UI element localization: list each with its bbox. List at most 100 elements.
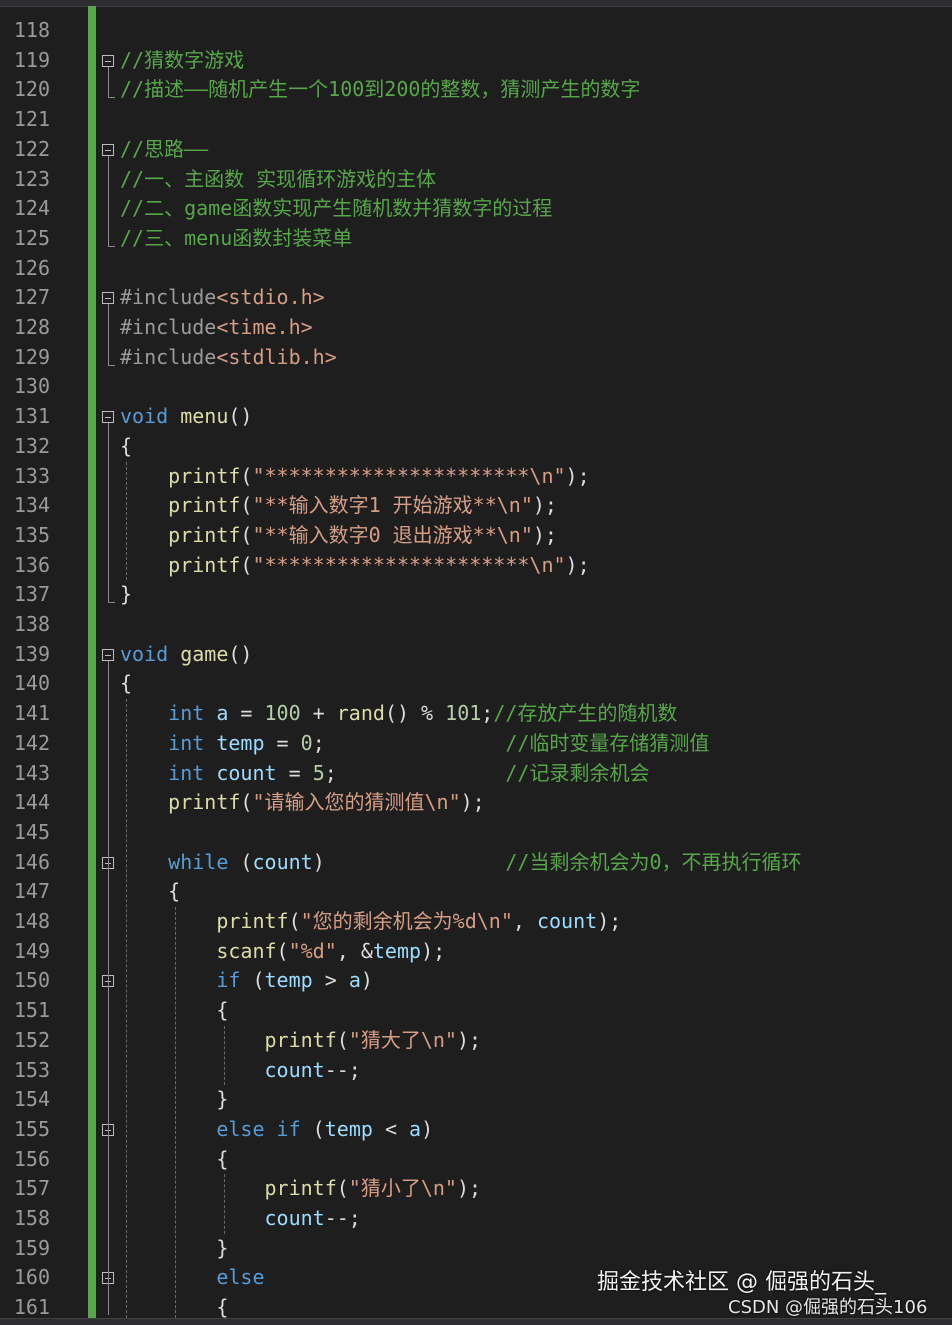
collapse-toggle-icon[interactable] xyxy=(102,648,114,661)
code-line[interactable]: 151 { xyxy=(0,996,952,1026)
code-text[interactable]: int temp = 0; //临时变量存储猜测值 xyxy=(120,729,709,759)
code-text[interactable]: count--; xyxy=(120,1204,361,1234)
code-line[interactable]: 127 #include<stdio.h> xyxy=(0,283,952,313)
code-line[interactable]: 159 } xyxy=(0,1234,952,1264)
code-text[interactable]: printf("您的剩余机会为%d\n", count); xyxy=(120,907,621,937)
code-line[interactable]: 148 printf("您的剩余机会为%d\n", count); xyxy=(0,907,952,937)
code-text[interactable]: #include<stdlib.h> xyxy=(120,343,337,373)
code-line[interactable]: 126 xyxy=(0,254,952,284)
code-line[interactable]: 143 int count = 5; //记录剩余机会 xyxy=(0,759,952,789)
code-text[interactable]: { xyxy=(120,877,180,907)
code-token: <stdlib.h> xyxy=(216,344,337,369)
code-line[interactable]: 125 //三、menu函数封装菜单 xyxy=(0,224,952,254)
code-text[interactable]: printf("请输入您的猜测值\n"); xyxy=(120,788,485,818)
code-token: int xyxy=(168,730,205,755)
code-line[interactable]: 119 //猜数字游戏 xyxy=(0,46,952,76)
code-text[interactable]: void game() xyxy=(120,640,252,670)
code-line[interactable]: 155 else if (temp < a) xyxy=(0,1115,952,1145)
code-text[interactable]: //猜数字游戏 xyxy=(120,46,244,76)
code-text[interactable]: else if (temp < a) xyxy=(120,1115,433,1145)
code-line[interactable]: 158 count--; xyxy=(0,1204,952,1234)
code-line[interactable]: 149 scanf("%d", &temp); xyxy=(0,937,952,967)
collapse-toggle-icon[interactable] xyxy=(102,54,114,67)
code-token: ( xyxy=(336,1176,349,1201)
code-line[interactable]: 154 } xyxy=(0,1085,952,1115)
collapse-toggle-icon[interactable] xyxy=(102,411,114,424)
code-token: } xyxy=(120,582,133,607)
code-text[interactable]: printf("**********************\n"); xyxy=(120,551,590,581)
code-token: 0 xyxy=(300,730,313,755)
code-line[interactable]: 145 xyxy=(0,818,952,848)
code-line[interactable]: 121 xyxy=(0,105,952,135)
code-line[interactable]: 157 printf("猜小了\n"); xyxy=(0,1174,952,1204)
code-token: = xyxy=(264,730,301,755)
code-line[interactable]: 139 void game() xyxy=(0,640,952,670)
code-line[interactable]: 130 xyxy=(0,372,952,402)
line-number: 159 xyxy=(13,1235,50,1260)
code-text[interactable]: int count = 5; //记录剩余机会 xyxy=(120,759,649,789)
code-line[interactable]: 144 printf("请输入您的猜测值\n"); xyxy=(0,788,952,818)
code-line[interactable]: 146 while (count) //当剩余机会为0，不再执行循环 xyxy=(0,848,952,878)
code-token: ( xyxy=(240,968,265,993)
code-editor[interactable]: 118 119 //猜数字游戏 120 //描述——随机产生一个100到200的整数，猜… xyxy=(0,0,952,1318)
code-text[interactable]: printf("**输入数字1 开始游戏**\n"); xyxy=(120,491,557,521)
code-line[interactable]: 129 #include<stdlib.h> xyxy=(0,343,952,373)
code-line[interactable]: 123 //一、主函数 实现循环游戏的主体 xyxy=(0,165,952,195)
code-line[interactable]: 142 int temp = 0; //临时变量存储猜测值 xyxy=(0,729,952,759)
code-line[interactable]: 152 printf("猜大了\n"); xyxy=(0,1026,952,1056)
code-line[interactable]: 120 //描述——随机产生一个100到200的整数，猜测产生的数字 xyxy=(0,75,952,105)
code-text[interactable]: #include<stdio.h> xyxy=(120,283,325,313)
code-text[interactable]: else xyxy=(120,1263,264,1293)
code-token: ( xyxy=(240,522,253,547)
code-token: printf xyxy=(168,552,241,577)
code-text[interactable]: void menu() xyxy=(120,402,252,432)
code-text[interactable]: } xyxy=(120,580,132,610)
code-line[interactable]: 150 if (temp > a) xyxy=(0,966,952,996)
code-line[interactable]: 122 //思路—— xyxy=(0,135,952,165)
code-text[interactable]: { xyxy=(120,432,132,462)
code-text[interactable]: printf("**********************\n"); xyxy=(120,462,589,492)
code-line[interactable]: 153 count--; xyxy=(0,1056,952,1086)
code-text[interactable]: #include<time.h> xyxy=(120,313,313,343)
line-number: 141 xyxy=(13,701,50,726)
code-token: ); xyxy=(565,552,590,577)
code-line[interactable]: 141 int a = 100 + rand() % 101;//存放产生的随机… xyxy=(0,699,952,729)
collapse-toggle-icon[interactable] xyxy=(102,143,114,156)
code-line[interactable]: 137} xyxy=(0,580,952,610)
code-line[interactable]: 131 void menu() xyxy=(0,402,952,432)
code-line[interactable]: 134 printf("**输入数字1 开始游戏**\n"); xyxy=(0,491,952,521)
indent-guide xyxy=(224,1174,225,1234)
code-line[interactable]: 140 { xyxy=(0,669,952,699)
code-text[interactable]: //思路—— xyxy=(120,135,208,165)
code-token: if xyxy=(216,968,241,993)
code-line[interactable]: 138 xyxy=(0,610,952,640)
code-text[interactable]: //三、menu函数封装菜单 xyxy=(120,224,352,254)
code-line[interactable]: 136 printf("**********************\n"); xyxy=(0,551,952,581)
code-token: { xyxy=(120,433,133,458)
code-text[interactable]: while (count) //当剩余机会为0，不再执行循环 xyxy=(120,848,801,878)
code-text[interactable]: count--; xyxy=(120,1056,361,1086)
code-token: < xyxy=(372,1116,410,1141)
code-text[interactable]: scanf("%d", &temp); xyxy=(120,937,445,967)
collapse-toggle-icon[interactable] xyxy=(102,292,114,305)
line-number: 129 xyxy=(13,344,50,369)
code-text[interactable]: int a = 100 + rand() % 101;//存放产生的随机数 xyxy=(120,699,677,729)
code-text[interactable]: //一、主函数 实现循环游戏的主体 xyxy=(120,165,436,195)
code-text[interactable]: //二、game函数实现产生随机数并猜数字的过程 xyxy=(120,194,552,224)
code-line[interactable]: 156 { xyxy=(0,1145,952,1175)
code-line[interactable]: 132 { xyxy=(0,432,952,462)
code-text[interactable]: { xyxy=(120,669,132,699)
line-number: 132 xyxy=(13,433,50,458)
code-line[interactable]: 124 //二、game函数实现产生随机数并猜数字的过程 xyxy=(0,194,952,224)
code-text[interactable]: printf("**输入数字0 退出游戏**\n"); xyxy=(120,521,557,551)
code-line[interactable]: 128 #include<time.h> xyxy=(0,313,952,343)
code-text[interactable]: //描述——随机产生一个100到200的整数，猜测产生的数字 xyxy=(120,75,640,105)
code-text[interactable]: if (temp > a) xyxy=(120,966,373,996)
line-number: 155 xyxy=(13,1116,50,1141)
code-line[interactable]: 118 xyxy=(0,16,952,46)
code-line[interactable]: 135 printf("**输入数字0 退出游戏**\n"); xyxy=(0,521,952,551)
line-number: 157 xyxy=(13,1176,50,1201)
code-line[interactable]: 147 { xyxy=(0,877,952,907)
code-line[interactable]: 133 printf("**********************\n"); xyxy=(0,462,952,492)
